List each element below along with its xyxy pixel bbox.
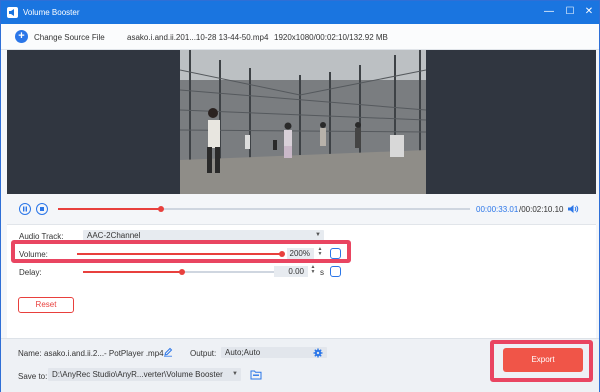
- video-frame[interactable]: [180, 50, 426, 194]
- delay-fill: [83, 271, 182, 273]
- audio-settings-panel: Audio Track: AAC-2Channel ▼ Volume: 200%…: [7, 224, 596, 338]
- maximize-icon[interactable]: ☐: [563, 5, 577, 19]
- volume-booster-window: Volume Booster — ☐ ✕ + Change Source Fil…: [0, 0, 600, 392]
- title-bar: Volume Booster — ☐ ✕: [1, 1, 599, 24]
- video-still-image: [180, 50, 426, 194]
- audio-track-value: AAC-2Channel: [87, 231, 141, 240]
- save-to-path: D:\AnyRec Studio\AnyR...verter\Volume Bo…: [52, 370, 223, 379]
- window-title: Volume Booster: [23, 8, 80, 17]
- speaker-icon[interactable]: [567, 204, 579, 214]
- minimize-icon[interactable]: —: [542, 5, 556, 19]
- output-name-value: asako.i.and.ii.2...- PotPlayer .mp4: [44, 349, 164, 358]
- playback-bar: 00:00:33.01 /00:02:10.10: [1, 195, 599, 223]
- delay-label: Delay:: [19, 268, 42, 277]
- source-file-name: asako.i.and.ii.201...10-28 13-44-50.mp4: [127, 33, 269, 42]
- app-icon: [7, 7, 18, 18]
- output-format-select[interactable]: Auto;Auto: [221, 347, 327, 358]
- gear-icon[interactable]: [313, 348, 323, 358]
- name-label: Name:: [18, 349, 42, 358]
- progress-fill: [58, 208, 161, 210]
- close-icon[interactable]: ✕: [582, 5, 596, 19]
- export-button[interactable]: Export: [503, 348, 583, 372]
- folder-icon[interactable]: [250, 369, 262, 380]
- volume-highlight-frame: [11, 240, 351, 263]
- change-source-button[interactable]: Change Source File: [34, 33, 105, 42]
- current-time: 00:00:33.01: [476, 205, 519, 214]
- source-toolbar: + Change Source File asako.i.and.ii.201.…: [1, 24, 599, 50]
- output-format-value: Auto;Auto: [225, 348, 261, 357]
- delay-input[interactable]: 0.00: [274, 266, 308, 277]
- delay-handle[interactable]: [179, 269, 185, 275]
- save-to-select[interactable]: D:\AnyRec Studio\AnyR...verter\Volume Bo…: [48, 368, 241, 381]
- chevron-down-icon: ▼: [232, 371, 238, 377]
- reset-button[interactable]: Reset: [18, 297, 74, 313]
- add-icon[interactable]: +: [15, 30, 28, 43]
- total-time: /00:02:10.10: [519, 205, 564, 214]
- source-file-info: 1920x1080/00:02:10/132.92 MB: [274, 33, 388, 42]
- edit-name-icon[interactable]: [163, 347, 173, 357]
- pause-icon[interactable]: [19, 203, 31, 215]
- delay-unit: s: [320, 268, 324, 277]
- video-preview: [7, 50, 596, 194]
- stop-icon[interactable]: [36, 203, 48, 215]
- output-label: Output:: [190, 349, 217, 358]
- save-to-label: Save to:: [18, 372, 48, 381]
- copy-delay-icon[interactable]: [330, 266, 341, 277]
- delay-stepper[interactable]: ▲ ▼: [310, 265, 316, 275]
- progress-handle[interactable]: [158, 206, 164, 212]
